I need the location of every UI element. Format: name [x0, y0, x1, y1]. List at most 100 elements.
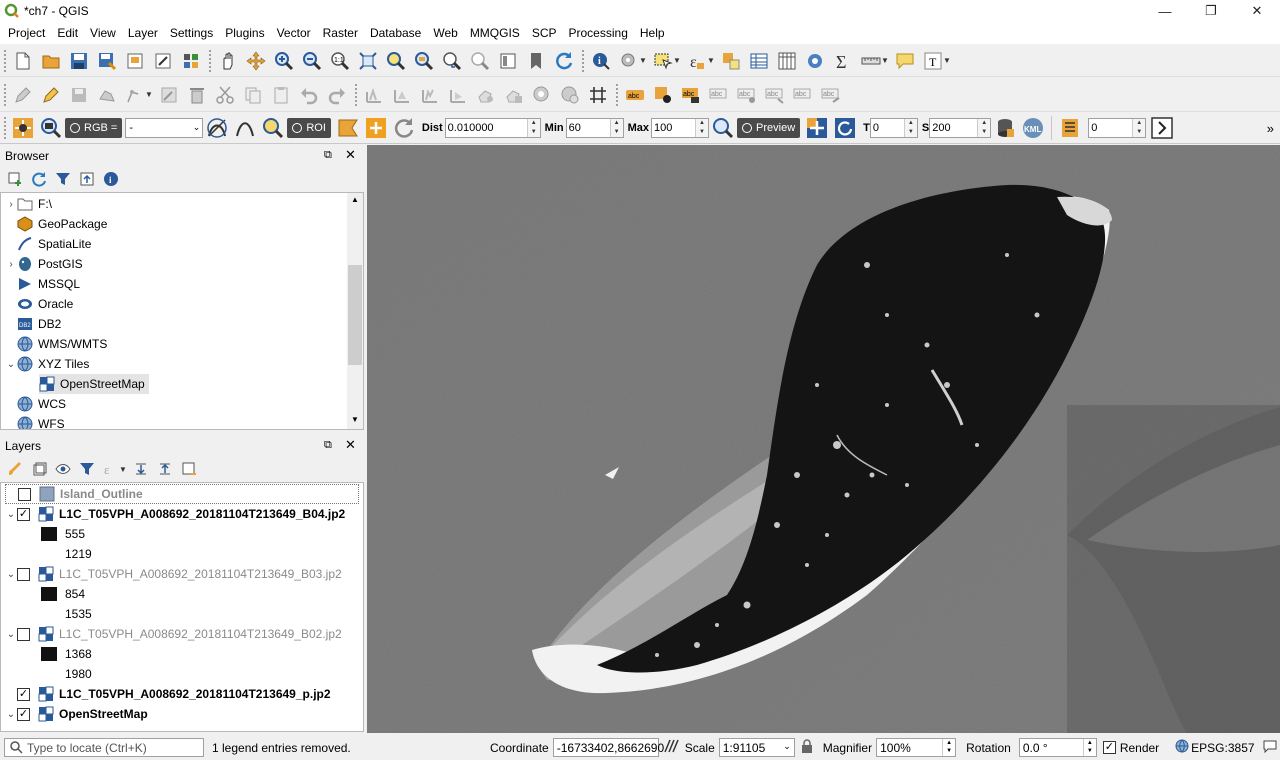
- close-panel-icon[interactable]: ✕: [345, 147, 356, 163]
- advanced-digitize-6-button[interactable]: [500, 81, 528, 109]
- expand-arrow-icon[interactable]: ›: [5, 259, 17, 270]
- chevron-down-icon[interactable]: ▼: [673, 56, 683, 65]
- local-std-dev-stretch-button[interactable]: [231, 114, 259, 142]
- remove-temp-files-button[interactable]: [991, 114, 1019, 142]
- redo-roi-button[interactable]: [390, 114, 418, 142]
- advanced-digitize-8-button[interactable]: [556, 81, 584, 109]
- rotation-spinbox[interactable]: 0.0 ° ▲ ▼: [1018, 738, 1097, 757]
- spin-arrows-icon[interactable]: ▲ ▼: [526, 119, 540, 137]
- menu-view[interactable]: View: [84, 22, 122, 44]
- browser-item-xyz-tiles[interactable]: ⌄ XYZ Tiles: [5, 354, 89, 374]
- scroll-up-icon[interactable]: ▲: [351, 195, 359, 204]
- browser-item-spatialite[interactable]: SpatiaLite: [5, 234, 91, 254]
- toolbar-overflow-icon[interactable]: »: [1267, 121, 1274, 136]
- menu-vector[interactable]: Vector: [271, 22, 317, 44]
- menu-layer[interactable]: Layer: [122, 22, 164, 44]
- close-window-button[interactable]: ✕: [1234, 0, 1280, 22]
- scale-combo[interactable]: 1:91105 ⌄: [718, 738, 795, 757]
- attribute-table-button[interactable]: [745, 47, 773, 75]
- spin-arrows-icon[interactable]: ▲ ▼: [609, 119, 623, 137]
- toggle-extents-icon[interactable]: [663, 738, 681, 757]
- filter-browser-button[interactable]: [51, 165, 75, 193]
- cut-features-button[interactable]: [211, 81, 239, 109]
- spin-arrows-icon[interactable]: ▲ ▼: [977, 119, 991, 137]
- preview-toggle[interactable]: Preview: [737, 118, 801, 138]
- browser-item-mssql[interactable]: MSSQL: [5, 274, 80, 294]
- delete-selected-button[interactable]: [183, 81, 211, 109]
- menu-scp[interactable]: SCP: [526, 22, 563, 44]
- layer-visibility-checkbox[interactable]: [17, 567, 30, 581]
- locator-search-input[interactable]: Type to locate (Ctrl+K): [4, 738, 204, 757]
- deselect-features-button[interactable]: [717, 47, 745, 75]
- spin-arrows-icon[interactable]: ▲ ▼: [1082, 739, 1096, 756]
- copy-features-button[interactable]: [239, 81, 267, 109]
- menu-plugins[interactable]: Plugins: [219, 22, 270, 44]
- zoom-full-button[interactable]: [354, 47, 382, 75]
- menu-processing[interactable]: Processing: [563, 22, 634, 44]
- layer-openstreetmap[interactable]: ⌄ ✓ OpenStreetMap: [5, 704, 148, 724]
- layer-island-outline[interactable]: Island_Outline: [5, 484, 359, 504]
- pan-map-button[interactable]: [214, 47, 242, 75]
- maximize-button[interactable]: ❐: [1188, 0, 1234, 22]
- expand-arrow-icon[interactable]: ›: [5, 199, 17, 210]
- advanced-digitize-1-button[interactable]: [360, 81, 388, 109]
- lock-scale-icon[interactable]: [801, 739, 815, 756]
- identify-button[interactable]: i: [587, 47, 615, 75]
- crs-label[interactable]: EPSG:3857: [1191, 741, 1254, 755]
- style-manager-button[interactable]: [177, 47, 205, 75]
- digitize-button[interactable]: [93, 81, 121, 109]
- layer-visibility-checkbox[interactable]: ✓: [17, 507, 30, 521]
- layer-b03[interactable]: ⌄ L1C_T05VPH_A008692_20181104T213649_B03.…: [5, 564, 342, 584]
- chevron-down-icon[interactable]: ▼: [145, 90, 155, 99]
- rgb-toggle[interactable]: RGB =: [65, 118, 123, 138]
- menu-settings[interactable]: Settings: [164, 22, 219, 44]
- menu-database[interactable]: Database: [364, 22, 427, 44]
- save-project-button[interactable]: [65, 47, 93, 75]
- browser-item-wfs[interactable]: WFS: [5, 414, 65, 429]
- advanced-digitize-5-button[interactable]: [472, 81, 500, 109]
- toolbox-button[interactable]: [801, 47, 829, 75]
- float-panel-icon[interactable]: ⧉: [324, 149, 332, 162]
- layer-b02[interactable]: ⌄ L1C_T05VPH_A008692_20181104T213649_B02.…: [5, 624, 342, 644]
- max-spinbox[interactable]: 100 ▲ ▼: [651, 118, 710, 138]
- activate-preview-pointer-button[interactable]: [803, 114, 831, 142]
- expand-all-button[interactable]: [129, 455, 153, 483]
- browser-item-oracle[interactable]: Oracle: [5, 294, 73, 314]
- add-group-button[interactable]: [27, 455, 51, 483]
- messages-icon[interactable]: [1263, 739, 1279, 756]
- open-layer-styling-button[interactable]: [3, 455, 27, 483]
- zoom-to-selection-button[interactable]: [382, 47, 410, 75]
- map-canvas[interactable]: [367, 145, 1280, 733]
- redo-preview-button[interactable]: [831, 114, 859, 142]
- menu-edit[interactable]: Edit: [51, 22, 84, 44]
- split-features-button[interactable]: [584, 81, 612, 109]
- zoom-next-button[interactable]: [466, 47, 494, 75]
- scroll-down-icon[interactable]: ▼: [351, 415, 359, 424]
- browser-item-f-drive[interactable]: › F:\: [5, 194, 52, 214]
- zoom-native-button[interactable]: 1:1: [326, 47, 354, 75]
- redo-button[interactable]: [323, 81, 351, 109]
- open-project-button[interactable]: [37, 47, 65, 75]
- toggle-editing-button[interactable]: [37, 81, 65, 109]
- zoom-to-input-image-button[interactable]: [37, 114, 65, 142]
- layer-visibility-checkbox[interactable]: [18, 487, 31, 501]
- zoom-last-button[interactable]: [438, 47, 466, 75]
- label-tool-4-button[interactable]: abc: [733, 81, 761, 109]
- min-spinbox[interactable]: 60 ▲ ▼: [565, 118, 624, 138]
- new-project-button[interactable]: [9, 47, 37, 75]
- layer-visibility-checkbox[interactable]: ✓: [17, 707, 30, 721]
- new-print-layout-button[interactable]: [121, 47, 149, 75]
- collapse-arrow-icon[interactable]: ⌄: [5, 569, 17, 580]
- coordinate-field[interactable]: -16733402,8662690: [552, 738, 664, 757]
- create-roi-polygon-button[interactable]: [334, 114, 362, 142]
- bookmarks-button[interactable]: [522, 47, 550, 75]
- layer-b04[interactable]: ⌄ ✓ L1C_T05VPH_A008692_20181104T213649_B04…: [5, 504, 345, 524]
- layer-visibility-checkbox[interactable]: ✓: [17, 687, 30, 701]
- label-tool-6-button[interactable]: abc: [789, 81, 817, 109]
- browser-item-geopackage[interactable]: GeoPackage: [5, 214, 107, 234]
- map-tips-button[interactable]: [891, 47, 919, 75]
- enable-properties-button[interactable]: i: [99, 165, 123, 193]
- spin-arrows-icon[interactable]: ▲ ▼: [903, 119, 917, 137]
- zoom-to-layer-button[interactable]: [410, 47, 438, 75]
- spin-arrows-icon[interactable]: ▲ ▼: [942, 739, 955, 756]
